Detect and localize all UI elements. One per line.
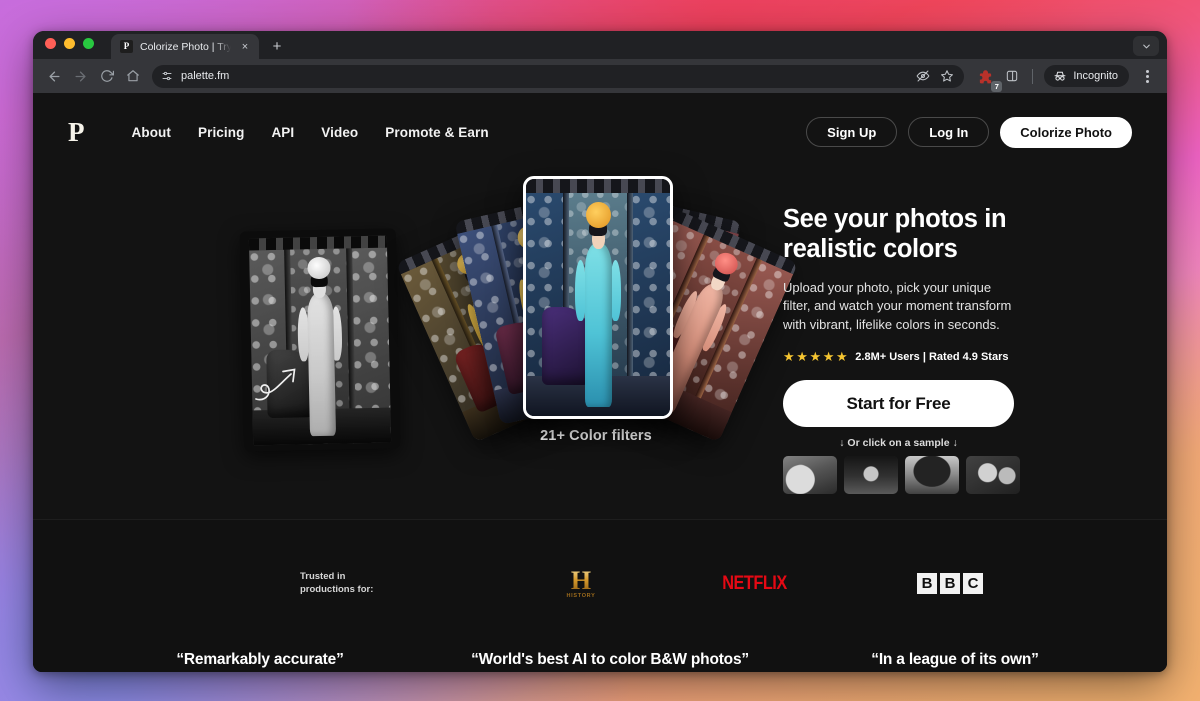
tune-icon[interactable] xyxy=(161,70,173,82)
testimonials-row: “Remarkably accurate” “World's best AI t… xyxy=(33,651,1167,669)
sample-thumbnails xyxy=(783,456,1132,495)
omnibox-icons xyxy=(916,69,956,83)
new-tab-button[interactable]: + xyxy=(266,35,288,57)
sample-thumbnail[interactable] xyxy=(966,456,1020,495)
testimonials-section: “Remarkably accurate” “World's best AI t… xyxy=(33,651,1167,672)
bbc-letter: B xyxy=(917,573,937,594)
log-in-button[interactable]: Log In xyxy=(908,117,990,147)
bbc-letter: C xyxy=(963,573,983,594)
browser-toolbar: palette.fm 7 Incognito xyxy=(33,59,1167,93)
hero-visual: 21+ Color filters xyxy=(68,171,799,519)
trusted-label: Trusted in productions for: xyxy=(300,570,374,595)
tab-close-icon[interactable]: × xyxy=(238,40,252,54)
sample-thumbnail[interactable] xyxy=(783,456,837,495)
incognito-label: Incognito xyxy=(1073,70,1118,82)
extension-badge-count: 7 xyxy=(991,80,1003,92)
netflix-logo: NETFLIX xyxy=(656,573,852,595)
nav-link-promote-earn[interactable]: Promote & Earn xyxy=(385,125,488,140)
desktop-backdrop: P Colorize Photo | Try Free | Re × + xyxy=(0,0,1200,701)
history-mark: H xyxy=(570,566,592,595)
testimonial-quote: “In a league of its own” xyxy=(871,651,1039,668)
sign-up-button[interactable]: Sign Up xyxy=(806,117,898,147)
incognito-indicator[interactable]: Incognito xyxy=(1044,65,1129,87)
hero-section: P About Pricing API Video Promote & Earn… xyxy=(33,93,1167,519)
logos-row: Trusted in productions for: H HISTORY NE… xyxy=(33,568,1167,599)
rating-row: ★★★★★ 2.8M+ Users | Rated 4.9 Stars xyxy=(783,350,1132,363)
hero-copy: See your photos in realistic colors Uplo… xyxy=(783,171,1132,519)
browser-tab-strip: P Colorize Photo | Try Free | Re × + xyxy=(33,31,1167,59)
nav-link-api[interactable]: API xyxy=(271,125,294,140)
sample-thumbnail[interactable] xyxy=(905,456,959,495)
header-actions: Sign Up Log In Colorize Photo xyxy=(806,116,1132,148)
colorize-photo-button[interactable]: Colorize Photo xyxy=(1000,116,1132,148)
trusted-logos-section: Trusted in productions for: H HISTORY NE… xyxy=(33,519,1167,651)
rating-text: 2.8M+ Users | Rated 4.9 Stars xyxy=(855,350,1009,363)
tab-title: Colorize Photo | Try Free | Re xyxy=(140,40,231,53)
address-bar-url: palette.fm xyxy=(181,70,230,82)
rating-stars: ★★★★★ xyxy=(783,349,850,365)
start-for-free-button[interactable]: Start for Free xyxy=(783,380,1014,428)
close-window-button[interactable] xyxy=(45,38,56,49)
toolbar-divider xyxy=(1032,68,1034,84)
hero: 21+ Color filters See your photos in rea… xyxy=(33,171,1167,519)
site-header: P About Pricing API Video Promote & Earn… xyxy=(33,93,1167,171)
sample-hint-label: ↓ Or click on a sample ↓ xyxy=(839,437,958,450)
kebab-menu-icon[interactable] xyxy=(1136,65,1158,87)
hero-heading: See your photos in realistic colors xyxy=(783,205,1007,263)
testimonial-quote: “World's best AI to color B&W photos” xyxy=(471,651,749,668)
back-icon[interactable] xyxy=(43,65,66,88)
minimize-window-button[interactable] xyxy=(64,38,75,49)
nav-link-video[interactable]: Video xyxy=(321,125,358,140)
hero-subheading: Upload your photo, pick your unique filt… xyxy=(783,279,1012,332)
netflix-wordmark: NETFLIX xyxy=(721,572,787,594)
split-view-icon[interactable] xyxy=(1000,65,1023,88)
sample-thumbnail[interactable] xyxy=(844,456,898,495)
address-bar[interactable]: palette.fm xyxy=(152,64,965,88)
site-logo[interactable]: P xyxy=(68,118,85,146)
eye-off-icon[interactable] xyxy=(916,69,930,83)
fan-caption: 21+ Color filters xyxy=(540,428,652,444)
featured-colorized-photo[interactable] xyxy=(523,176,673,419)
colorized-card-fan: 21+ Color filters xyxy=(395,176,799,446)
browser-tab[interactable]: P Colorize Photo | Try Free | Re × xyxy=(111,34,259,59)
star-icon[interactable] xyxy=(940,69,954,83)
bbc-letter: B xyxy=(940,573,960,594)
tab-favicon: P xyxy=(120,40,133,53)
nav-link-pricing[interactable]: Pricing xyxy=(198,125,244,140)
chevron-down-icon[interactable] xyxy=(1133,36,1159,56)
testimonial-quote: “Remarkably accurate” xyxy=(176,651,344,668)
original-bw-photo[interactable] xyxy=(239,228,401,452)
home-icon[interactable] xyxy=(121,65,144,88)
maximize-window-button[interactable] xyxy=(83,38,94,49)
extension-icon[interactable]: 7 xyxy=(974,65,1003,92)
bbc-logo: B B C xyxy=(852,573,1048,594)
site-nav: About Pricing API Video Promote & Earn xyxy=(132,125,489,140)
arrow-doodle-icon xyxy=(253,361,315,408)
nav-link-about[interactable]: About xyxy=(132,125,171,140)
history-wordmark: HISTORY xyxy=(566,593,596,599)
forward-icon[interactable] xyxy=(69,65,92,88)
history-logo: H HISTORY xyxy=(506,566,656,600)
window-controls xyxy=(45,31,94,59)
page-content: P About Pricing API Video Promote & Earn… xyxy=(33,93,1167,672)
reload-icon[interactable] xyxy=(95,65,118,88)
browser-window: P Colorize Photo | Try Free | Re × + xyxy=(33,31,1167,672)
